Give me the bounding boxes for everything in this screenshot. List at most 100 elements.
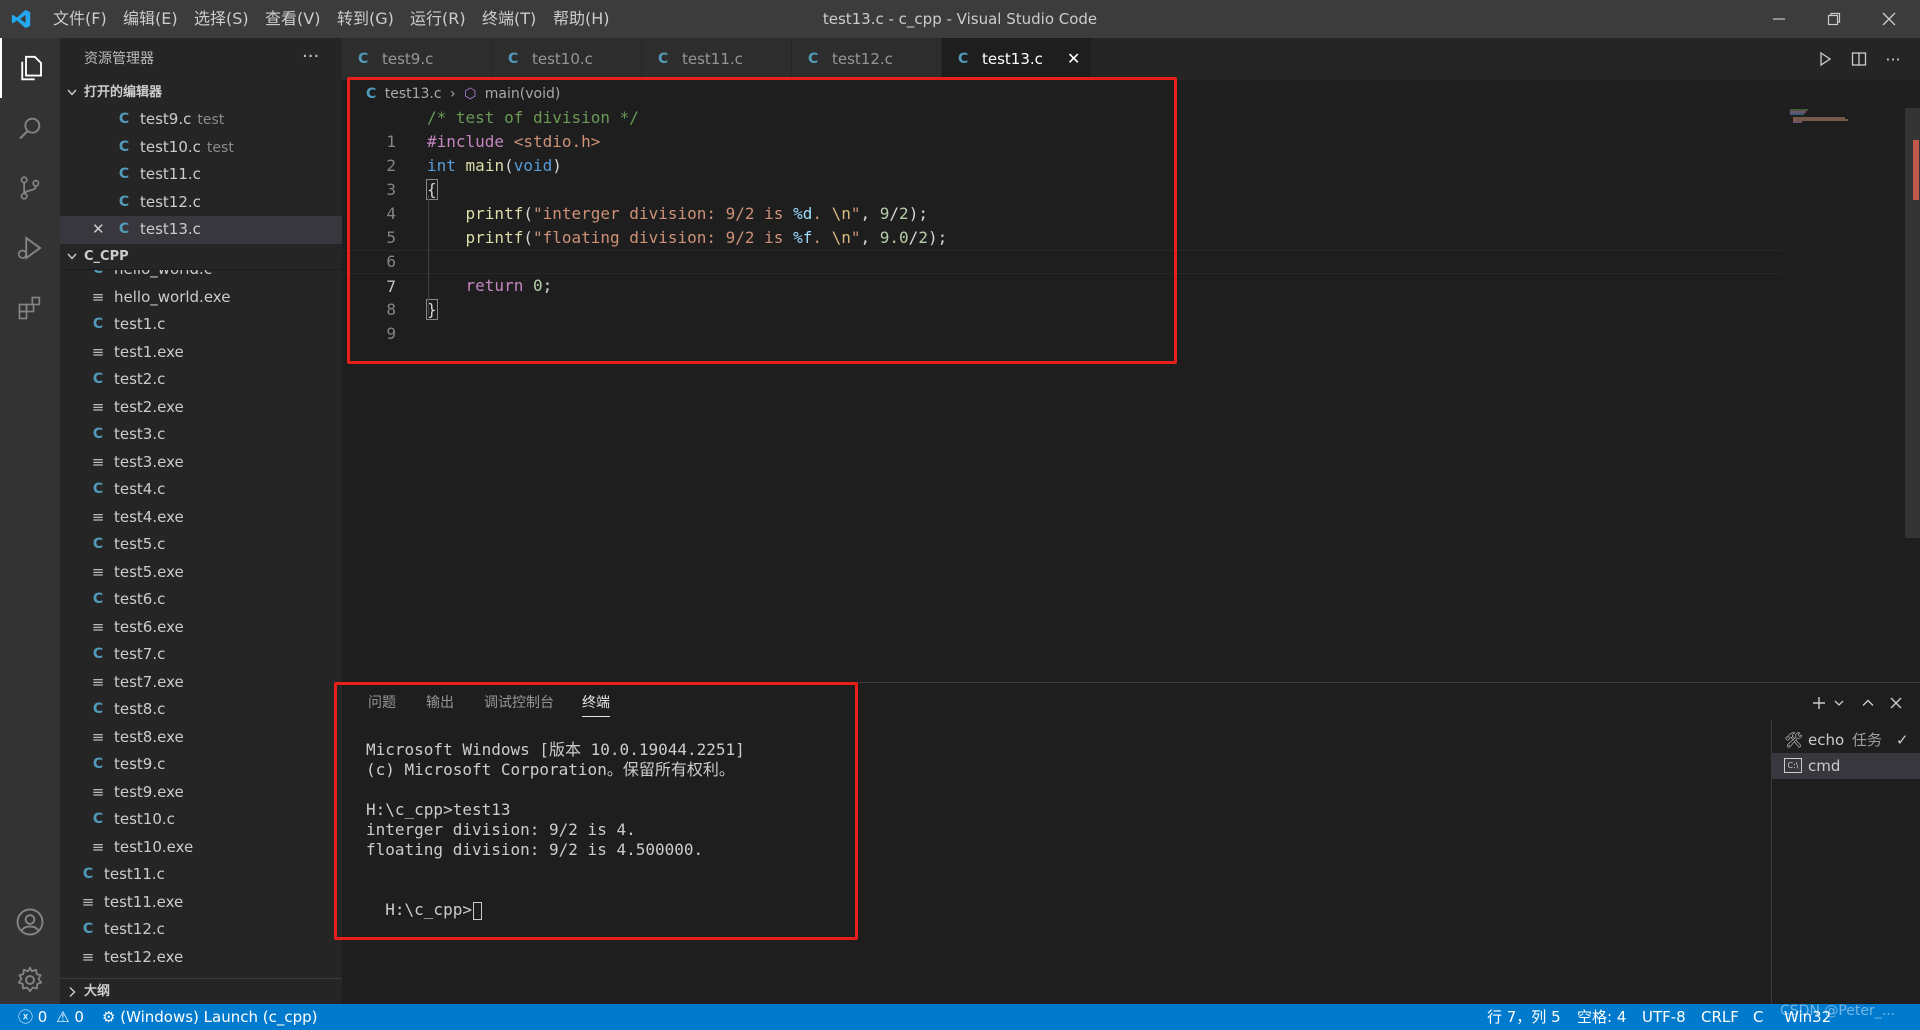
- folder-file-item[interactable]: Ctest2.c: [60, 366, 342, 394]
- folder-file-item[interactable]: ≡ test1.exe: [60, 339, 342, 367]
- folder-file-item[interactable]: Ctest9.c: [60, 751, 342, 779]
- play-icon: [1820, 51, 1832, 67]
- open-editor-item-active[interactable]: ✕ C test13.c: [60, 216, 342, 244]
- chevron-up-icon: [1862, 699, 1874, 706]
- split-editor-icon: [1851, 52, 1867, 66]
- open-editor-item[interactable]: C test11.c: [60, 161, 342, 189]
- gear-icon: [17, 966, 43, 993]
- run-file-button[interactable]: [1808, 38, 1842, 80]
- minimize-icon: [1773, 18, 1785, 20]
- file-name: test4.exe: [114, 507, 184, 526]
- search-button[interactable]: [0, 98, 60, 158]
- folder-file-item[interactable]: ≡ test2.exe: [60, 394, 342, 422]
- problems-status[interactable]: ⓧ 0 ⚠ 0: [18, 1004, 84, 1030]
- folder-file-item[interactable]: Ctest10.c: [60, 806, 342, 834]
- close-panel-button[interactable]: [1885, 690, 1907, 716]
- open-editor-item[interactable]: C test9.c test: [60, 106, 342, 134]
- minimize-button[interactable]: [1756, 0, 1802, 38]
- extensions-icon: [18, 296, 41, 320]
- close-tab-icon[interactable]: ✕: [1067, 38, 1080, 80]
- folder-file-item[interactable]: ≡ test8.exe: [60, 724, 342, 752]
- file-name: test11.c: [140, 165, 201, 183]
- tab-test10[interactable]: C test10.c: [492, 38, 642, 80]
- check-icon: ✓: [1896, 731, 1909, 749]
- encoding-status[interactable]: UTF-8: [1642, 1004, 1686, 1030]
- exe-file-icon: ≡: [91, 342, 105, 361]
- open-editors-section[interactable]: 打开的编辑器: [60, 80, 342, 106]
- folder-file-item[interactable]: ≡ test5.exe: [60, 559, 342, 587]
- folder-file-item[interactable]: ≡ test3.exe: [60, 449, 342, 477]
- folder-file-item[interactable]: Ctest3.c: [60, 421, 342, 449]
- explorer-button[interactable]: [0, 38, 60, 98]
- folder-file-item[interactable]: ≡ test10.exe: [60, 834, 342, 862]
- tab-test11[interactable]: C test11.c: [642, 38, 792, 80]
- folder-file-item[interactable]: ≡ test7.exe: [60, 669, 342, 697]
- folder-file-item[interactable]: Ctest6.c: [60, 586, 342, 614]
- folder-file-item[interactable]: Ctest12.c: [60, 916, 342, 944]
- tab-test9[interactable]: C test9.c: [342, 38, 492, 80]
- c-file-icon: C: [92, 591, 104, 607]
- folder-file-item[interactable]: ≡ test11.exe: [60, 889, 342, 917]
- exe-file-icon: ≡: [91, 672, 105, 691]
- folder-file-item[interactable]: Ctest11.c: [60, 861, 342, 889]
- folder-file-item[interactable]: ≡ test12.exe: [60, 944, 342, 972]
- file-name: test1.c: [114, 315, 166, 333]
- folder-file-item[interactable]: Ctest5.c: [60, 531, 342, 559]
- file-name: test7.exe: [114, 672, 184, 691]
- chevron-down-icon: [66, 244, 80, 280]
- file-name: hello_world.exe: [114, 287, 231, 306]
- folder-file-item[interactable]: ≡ test9.exe: [60, 779, 342, 807]
- folder-file-item[interactable]: Ctest4.c: [60, 476, 342, 504]
- terminal-dropdown-button[interactable]: [1828, 690, 1850, 716]
- exe-file-icon: ≡: [91, 837, 105, 856]
- folder-file-item[interactable]: Ctest1.c: [60, 311, 342, 339]
- c-file-icon: C: [92, 316, 104, 332]
- accounts-button[interactable]: [0, 892, 60, 952]
- file-name: test11.exe: [104, 892, 184, 911]
- c-file-icon: C: [118, 221, 130, 237]
- folder-file-item[interactable]: ≡ test6.exe: [60, 614, 342, 642]
- folder-file-item[interactable]: Ctest8.c: [60, 696, 342, 724]
- file-name: test5.exe: [114, 562, 184, 581]
- source-control-button[interactable]: [0, 158, 60, 218]
- tab-label: test10.c: [532, 50, 593, 68]
- exe-file-icon: ≡: [91, 617, 105, 636]
- c-file-icon: C: [92, 756, 104, 772]
- terminal-item-echo[interactable]: 🛠 echo 任务 ✓: [1772, 727, 1920, 753]
- close-window-button[interactable]: [1866, 0, 1912, 38]
- exe-file-icon: ≡: [91, 287, 105, 306]
- language-status[interactable]: C: [1753, 1004, 1763, 1030]
- minimap[interactable]: [1790, 108, 1880, 124]
- outline-label: 大纲: [84, 984, 111, 999]
- tab-test12[interactable]: C test12.c: [792, 38, 942, 80]
- file-name: test8.c: [114, 700, 166, 718]
- file-name: test6.exe: [114, 617, 184, 636]
- launch-config-status[interactable]: ⚙ (Windows) Launch (c_cpp): [102, 1004, 318, 1030]
- terminal-item-cmd[interactable]: C:\ cmd: [1772, 753, 1920, 779]
- file-name: test2.exe: [114, 397, 184, 416]
- cursor-position-status[interactable]: 行 7，列 5: [1487, 1004, 1561, 1030]
- split-editor-button[interactable]: [1842, 38, 1876, 80]
- more-actions-button[interactable]: ···: [1876, 38, 1910, 80]
- extensions-button[interactable]: [0, 278, 60, 338]
- folder-file-item[interactable]: Ctest7.c: [60, 641, 342, 669]
- folder-file-item[interactable]: ≡ hello_world.exe: [60, 284, 342, 312]
- c-file-icon: C: [808, 51, 819, 67]
- restore-button[interactable]: [1811, 0, 1857, 38]
- source-control-icon: [20, 176, 40, 200]
- explorer-more-actions-button[interactable]: ···: [302, 38, 319, 80]
- run-debug-button[interactable]: [0, 218, 60, 278]
- indentation-status[interactable]: 空格: 4: [1577, 1004, 1626, 1030]
- new-terminal-button[interactable]: [1808, 690, 1830, 716]
- close-editor-icon[interactable]: ✕: [92, 216, 105, 244]
- outline-section[interactable]: 大纲: [60, 978, 342, 1004]
- open-editor-item[interactable]: C test12.c: [60, 189, 342, 217]
- tab-test13[interactable]: C test13.c ✕: [942, 38, 1092, 80]
- folder-section[interactable]: C_CPP: [60, 244, 342, 270]
- manage-button[interactable]: [0, 950, 60, 1010]
- folder-file-item[interactable]: ≡ test4.exe: [60, 504, 342, 532]
- open-editor-item[interactable]: C test10.c test: [60, 134, 342, 162]
- eol-status[interactable]: CRLF: [1701, 1004, 1739, 1030]
- maximize-panel-button[interactable]: [1857, 690, 1879, 716]
- c-file-icon: C: [92, 811, 104, 827]
